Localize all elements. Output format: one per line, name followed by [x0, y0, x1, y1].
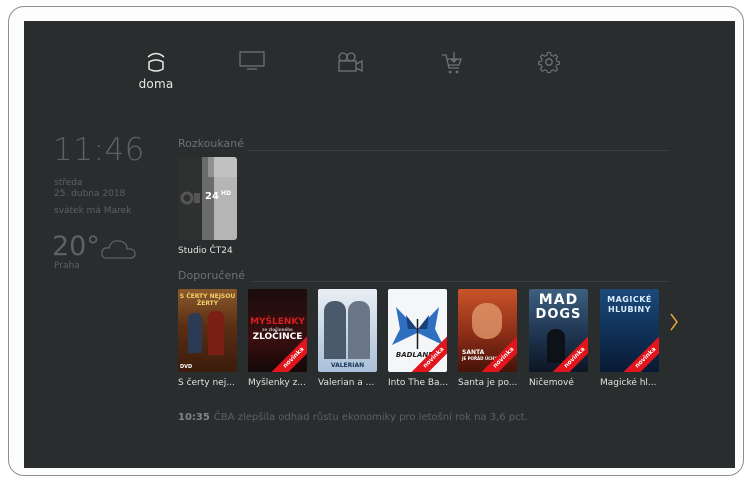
nav-shop[interactable]: [432, 51, 472, 91]
nav-home[interactable]: doma: [136, 51, 176, 91]
hd-badge: HD: [221, 190, 232, 197]
news-time: 10:35: [178, 412, 210, 423]
poster-title: MAD: [538, 292, 579, 308]
new-badge: novinka: [622, 334, 659, 372]
poster-caption: Myšlenky z...: [248, 378, 306, 388]
chevron-right-icon[interactable]: [669, 313, 679, 331]
nav-video[interactable]: [330, 51, 370, 91]
nav-settings[interactable]: [529, 51, 569, 91]
section-divider: [252, 281, 669, 282]
poster-item[interactable]: BADLANDS novinka: [388, 289, 447, 372]
poster-caption: Santa je po...: [458, 378, 518, 388]
clock: 11:46: [53, 132, 145, 168]
poster-item[interactable]: MYŠLENKY ze zločinného ZLOČINCE novinka: [248, 289, 307, 372]
news-ticker[interactable]: 10:35 ČBA zlepšila odhad růstu ekonomiky …: [178, 412, 528, 423]
ct24-logo-text: 24: [205, 191, 219, 202]
poster-title: MAGICKÉ: [607, 295, 652, 304]
poster-subtitle: ZLOČINCE: [252, 332, 303, 342]
poster-caption: Magické hl...: [600, 378, 657, 388]
nameday: svátek má Marek: [54, 206, 132, 216]
date: 25. dubna 2018: [54, 189, 126, 199]
tv-icon: [239, 51, 265, 70]
cart-icon: [442, 52, 462, 74]
poster-caption: Ničemové: [529, 378, 574, 388]
city: Praha: [54, 261, 80, 271]
poster-item[interactable]: SANTA JE POŘÁD ÚCHYL novinka: [458, 289, 517, 372]
news-text: ČBA zlepšila odhad růstu ekonomiky pro l…: [213, 412, 528, 423]
poster-item[interactable]: MAGICKÉ HLUBINY novinka: [600, 289, 659, 372]
weather: 20°: [52, 231, 137, 262]
tv-screen: doma 11:46 středa 25. dubna 2018 svátek …: [24, 21, 735, 468]
poster-title: S ČERTY NEJSOU ŽERTY: [179, 293, 236, 307]
poster-title: MYŠLENKY: [250, 317, 305, 327]
poster-subtitle: HLUBINY: [607, 305, 652, 314]
temperature: 20°: [52, 231, 100, 262]
poster-title: VALERIAN: [330, 362, 365, 369]
nav-home-label: doma: [138, 77, 174, 91]
nav-tv[interactable]: [232, 51, 272, 91]
poster-caption: Into The Ba...: [388, 378, 449, 388]
poster-item[interactable]: VALERIAN: [318, 289, 377, 372]
cloud-icon: [101, 239, 136, 259]
poster-item[interactable]: S ČERTY NEJSOU ŽERTY DVD: [178, 289, 237, 372]
poster-subtitle: DOGS: [535, 307, 582, 322]
poster-item[interactable]: MAD DOGS novinka: [529, 289, 588, 372]
dvd-badge: DVD: [180, 364, 193, 370]
poster-caption: S čerty nej...: [178, 378, 235, 388]
section-title-watched: Rozkoukané: [178, 137, 244, 150]
section-divider: [248, 150, 669, 151]
video-camera-icon: [338, 52, 363, 73]
poster-caption: Valerian a ...: [318, 378, 375, 388]
section-title-recommended: Doporučené: [178, 269, 245, 282]
home-icon: [147, 52, 165, 72]
gear-icon: [538, 51, 560, 73]
channel-caption: Studio ČT24: [178, 246, 233, 256]
channel-tile-ct24[interactable]: 24 HD: [178, 157, 237, 240]
weekday: středa: [54, 178, 83, 188]
